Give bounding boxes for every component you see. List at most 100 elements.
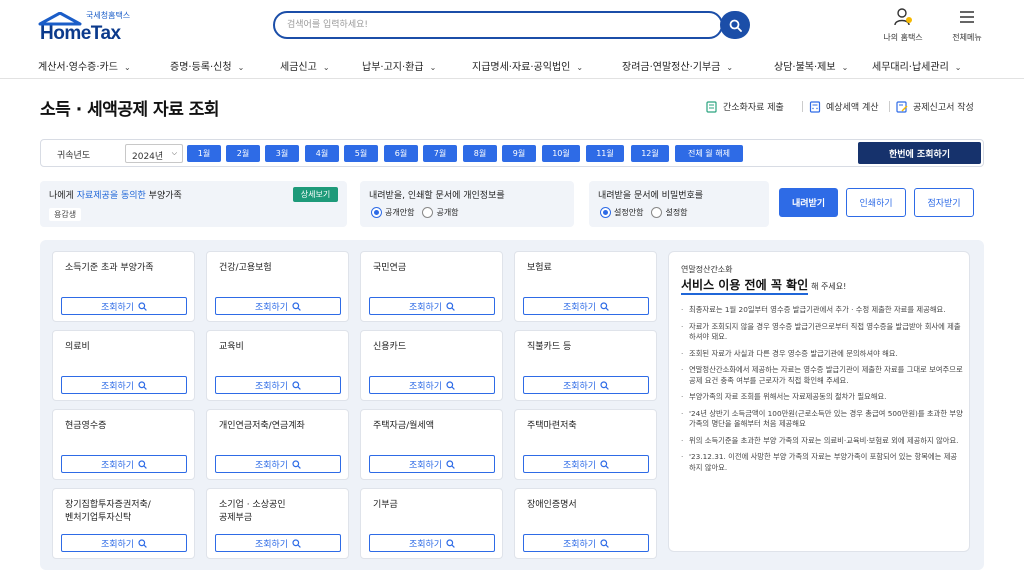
notice-subtitle: 연말정산간소화 [681, 265, 733, 274]
search-icon [600, 538, 609, 548]
password-panel: 내려받을 문서에 비밀번호를 설정안함 설정함 [589, 181, 769, 227]
dependents-title: 나에게 자료제공을 동의한 부양가족 [49, 191, 182, 201]
search-button[interactable] [720, 11, 750, 39]
nav-item-invoices[interactable]: 계산서·영수증·카드 ⌄ [38, 58, 131, 73]
query-button[interactable]: 조회하기 [215, 297, 341, 315]
search-icon [446, 301, 455, 311]
dependents-panel: 나에게 자료제공을 동의한 부양가족 용감생 상세보기 [40, 181, 347, 227]
menu-icon [960, 11, 974, 23]
month-button-7[interactable]: 7월 [423, 145, 457, 162]
quick-link-deduction-form[interactable]: 공제신고서 작성 [896, 100, 974, 113]
all-menu-button[interactable]: 전체메뉴 [946, 8, 988, 43]
query-button[interactable]: 조회하기 [523, 376, 649, 394]
query-button[interactable]: 조회하기 [369, 297, 495, 315]
query-button[interactable]: 조회하기 [523, 455, 649, 473]
password-title: 내려받을 문서에 비밀번호를 [598, 191, 704, 201]
query-button[interactable]: 조회하기 [369, 376, 495, 394]
nav-item-tax-filing[interactable]: 세금신고 ⌄ [280, 58, 330, 73]
my-hometax-label: 나의 홈택스 [883, 33, 923, 42]
chevron-down-icon: ⌄ [237, 63, 245, 72]
card-disability-certificate: 장애인증명서 조회하기 [514, 488, 657, 559]
search-icon [446, 459, 455, 469]
query-button[interactable]: 조회하기 [61, 455, 187, 473]
notice-title: 서비스 이용 전에 꼭 확인 해 주세요! [681, 276, 846, 295]
nav-item-certificates[interactable]: 증명·등록·신청 ⌄ [170, 58, 244, 73]
download-button[interactable]: 내려받기 [779, 188, 838, 217]
month-button-10[interactable]: 10월 [542, 145, 580, 162]
password-radio-group: 설정안함 설정함 [600, 207, 688, 218]
query-button[interactable]: 조회하기 [215, 534, 341, 552]
quick-link-submit[interactable]: 간소화자료 제출 [706, 100, 784, 113]
chevron-down-icon: ⌵ [171, 149, 177, 157]
month-button-2[interactable]: 2월 [226, 145, 260, 162]
detail-button[interactable]: 상세보기 [293, 187, 338, 202]
list-item: 최종자료는 1월 20일부터 영수증 발급기관에서 추가 · 수정 제출한 자료… [681, 305, 963, 316]
query-all-button[interactable]: 한번에 조회하기 [858, 142, 981, 164]
list-item: 연말정산간소화에서 제공하는 자료는 영수증 발급기관이 제출한 자료를 그대로… [681, 365, 963, 386]
nav-item-statements[interactable]: 지급명세·자료·공익법인 ⌄ [472, 58, 583, 73]
list-item: 자료가 조회되지 않을 경우 영수증 발급기관으로부터 직접 영수증을 발급받아… [681, 322, 963, 343]
password-radio-on[interactable] [651, 207, 663, 218]
search-icon [600, 380, 609, 390]
privacy-radio-show[interactable] [422, 207, 434, 218]
nav-item-incentives[interactable]: 장려금·연말정산·기부금 ⌄ [622, 58, 733, 73]
document-upload-icon [706, 100, 717, 113]
search-box [273, 11, 723, 39]
search-icon [292, 538, 301, 548]
query-button[interactable]: 조회하기 [215, 376, 341, 394]
year-select[interactable]: 2024년 ⌵ [125, 144, 183, 163]
chevron-down-icon: ⌄ [841, 63, 849, 72]
print-button[interactable]: 인쇄하기 [846, 188, 906, 217]
query-button[interactable]: 조회하기 [61, 297, 187, 315]
month-button-8[interactable]: 8월 [463, 145, 497, 162]
hometax-logo[interactable]: 국세청홈택스 HomeTax [38, 10, 148, 44]
query-button[interactable]: 조회하기 [369, 455, 495, 473]
card-donation: 기부금 조회하기 [360, 488, 503, 559]
header: 국세청홈택스 HomeTax 나의 홈택스 전체메뉴 [0, 0, 1024, 50]
query-button[interactable]: 조회하기 [215, 455, 341, 473]
search-icon [292, 301, 301, 311]
year-label: 귀속년도 [57, 151, 91, 161]
query-button[interactable]: 조회하기 [369, 534, 495, 552]
dependent-chip[interactable]: 용감생 [49, 208, 82, 221]
nav-item-consulting[interactable]: 상담·불복·제보 ⌄ [774, 58, 848, 73]
card-pension-savings: 개인연금저축/연금계좌 조회하기 [206, 409, 349, 480]
main-nav: 계산서·영수증·카드 ⌄ 증명·등록·신청 ⌄ 세금신고 ⌄ 납부·고지·환급 ⌄ 지급… [0, 53, 1024, 79]
braille-button[interactable]: 점자받기 [914, 188, 974, 217]
chevron-down-icon: ⌄ [123, 63, 131, 72]
card-national-pension: 국민연금 조회하기 [360, 251, 503, 322]
page-title: 소득 · 세액공제 자료 조회 [40, 100, 220, 120]
query-button[interactable]: 조회하기 [523, 534, 649, 552]
search-input[interactable] [287, 13, 687, 37]
month-button-5[interactable]: 5월 [344, 145, 378, 162]
month-button-9[interactable]: 9월 [502, 145, 536, 162]
card-over-income-dependents: 소득기준 초과 부양가족 조회하기 [52, 251, 195, 322]
divider [889, 101, 890, 112]
quick-link-estimate[interactable]: 예상세액 계산 [809, 100, 879, 113]
month-button-1[interactable]: 1월 [187, 145, 221, 162]
month-button-4[interactable]: 4월 [305, 145, 339, 162]
my-hometax-button[interactable]: 나의 홈택스 [880, 8, 926, 43]
month-button-11[interactable]: 11월 [586, 145, 624, 162]
card-debit-card: 직불카드 등 조회하기 [514, 330, 657, 401]
nav-item-payment[interactable]: 납부·고지·환급 ⌄ [362, 58, 436, 73]
search-icon [446, 380, 455, 390]
chevron-down-icon: ⌄ [954, 63, 962, 72]
search-icon [292, 459, 301, 469]
all-month-clear-button[interactable]: 전체 월 해제 [675, 145, 743, 162]
query-button[interactable]: 조회하기 [523, 297, 649, 315]
nav-item-tax-agent[interactable]: 세무대리·납세관리 ⌄ [872, 58, 961, 73]
month-button-3[interactable]: 3월 [265, 145, 299, 162]
list-item: '23.12.31. 이전에 사망한 부양 가족의 자료는 부양가족이 포함되어… [681, 452, 963, 473]
privacy-radio-hide[interactable] [371, 207, 382, 218]
password-radio-off[interactable] [600, 207, 611, 218]
month-button-12[interactable]: 12월 [631, 145, 669, 162]
search-icon [600, 459, 609, 469]
notice-panel: 연말정산간소화 서비스 이용 전에 꼭 확인해 주세요! 최종자료는 1월 20… [668, 251, 970, 552]
all-menu-label: 전체메뉴 [952, 33, 982, 42]
query-button[interactable]: 조회하기 [61, 376, 187, 394]
chevron-down-icon: ⌄ [726, 63, 734, 72]
query-button[interactable]: 조회하기 [61, 534, 187, 552]
month-button-6[interactable]: 6월 [384, 145, 418, 162]
search-icon [292, 380, 301, 390]
